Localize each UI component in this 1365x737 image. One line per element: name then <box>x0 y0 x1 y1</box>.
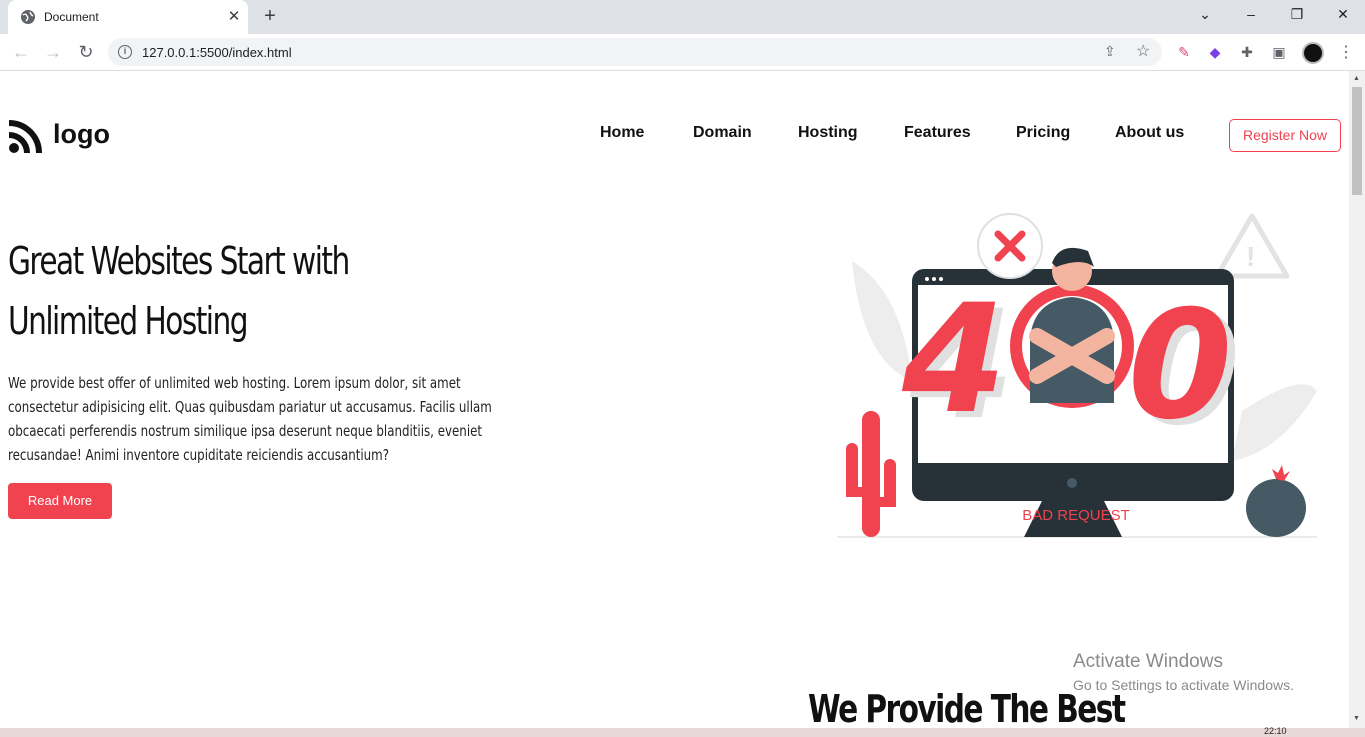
hero-paragraph: We provide best offer of unlimited web h… <box>8 374 492 464</box>
back-button[interactable]: ← <box>9 40 33 64</box>
reload-button[interactable]: ↻ <box>74 40 98 64</box>
logo-rss-icon <box>8 120 42 154</box>
browser-menu-icon[interactable]: ⋮ <box>1338 42 1354 62</box>
close-tab-icon[interactable]: ✕ <box>226 7 242 25</box>
page-viewport: logo Home Domain Hosting Features Pricin… <box>0 71 1349 728</box>
svg-text:0: 0 <box>1128 279 1232 453</box>
bookmark-star-icon[interactable]: ☆ <box>1136 41 1150 61</box>
restore-button[interactable]: ❐ <box>1286 6 1308 23</box>
error-detail: BAD REQUEST <box>1022 507 1130 524</box>
browser-tab[interactable]: Document ✕ <box>8 0 248 34</box>
extension-icon[interactable]: ◆ <box>1206 43 1224 61</box>
puzzle-extensions-icon[interactable]: ✚ <box>1238 43 1256 61</box>
browser-tab-strip: Document ✕ + ⌄ – ❐ ✕ <box>0 0 1365 34</box>
color-picker-extension-icon[interactable]: ✎ <box>1175 43 1193 61</box>
url-text[interactable]: 127.0.0.1:5500/index.html <box>142 45 292 60</box>
nav-hosting[interactable]: Hosting <box>798 124 858 142</box>
error-400-illustration: ! 4 4 0 0 ERROR BAD REQUEST <box>837 213 1317 538</box>
watermark-line-2: Go to Settings to activate Windows. <box>1073 677 1294 693</box>
read-more-button[interactable]: Read More <box>8 483 112 519</box>
hero-title-line-2: Unlimited Hosting <box>8 299 249 343</box>
scroll-down-arrow-icon[interactable]: ▼ <box>1353 715 1360 722</box>
nav-domain[interactable]: Domain <box>693 124 752 142</box>
scrollbar-thumb[interactable] <box>1352 87 1362 195</box>
forward-button[interactable]: → <box>41 40 65 64</box>
share-icon[interactable]: ⇪ <box>1104 43 1116 60</box>
nav-home[interactable]: Home <box>600 124 644 142</box>
minimize-button[interactable]: – <box>1240 6 1262 22</box>
page-scrollbar[interactable]: ▲ ▼ <box>1349 71 1365 728</box>
windows-taskbar: 22:10 <box>0 726 1365 737</box>
taskbar-clock: 22:10 <box>1264 726 1287 736</box>
new-tab-button[interactable]: + <box>260 5 280 28</box>
svg-text:!: ! <box>1246 241 1255 272</box>
tab-search-icon[interactable]: ⌄ <box>1194 6 1216 23</box>
register-now-button[interactable]: Register Now <box>1229 119 1341 152</box>
nav-features[interactable]: Features <box>904 124 971 142</box>
error-label: ERROR <box>1049 489 1103 506</box>
profile-avatar[interactable] <box>1302 42 1324 64</box>
hero-title-line-1: Great Websites Start with <box>8 239 350 283</box>
scroll-up-arrow-icon[interactable]: ▲ <box>1353 75 1360 82</box>
section-title: We Provide The Best <box>808 687 1126 728</box>
tab-title: Document <box>44 10 99 24</box>
address-bar[interactable]: i 127.0.0.1:5500/index.html ⇪ ☆ <box>108 38 1162 66</box>
nav-about-us[interactable]: About us <box>1115 124 1184 142</box>
watermark-line-1: Activate Windows <box>1073 651 1223 672</box>
browser-toolbar: ← → ↻ i 127.0.0.1:5500/index.html ⇪ ☆ ✎ … <box>0 34 1365 71</box>
activate-windows-watermark: Activate Windows Go to Settings to activ… <box>1073 651 1294 693</box>
side-panel-icon[interactable]: ▣ <box>1270 43 1288 61</box>
logo-text: logo <box>53 118 110 149</box>
nav-pricing[interactable]: Pricing <box>1016 124 1070 142</box>
svg-text:4: 4 <box>901 273 1006 447</box>
site-info-icon[interactable]: i <box>118 45 132 59</box>
globe-icon <box>21 10 35 24</box>
site-logo[interactable]: logo <box>8 118 110 154</box>
hero-title: Great Websites Start with Unlimited Host… <box>8 231 460 351</box>
close-window-button[interactable]: ✕ <box>1332 6 1354 23</box>
